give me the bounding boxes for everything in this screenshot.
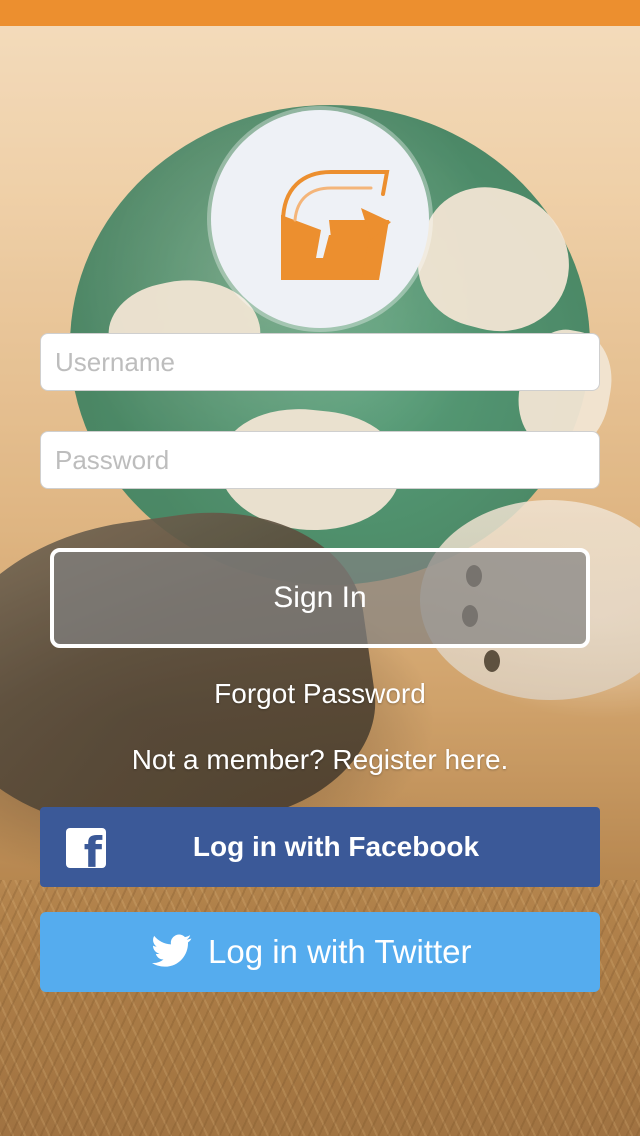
facebook-login-label: Log in with Facebook (192, 831, 480, 862)
top-accent-bar (0, 0, 640, 26)
facebook-login-button[interactable]: f Log in with Facebook (40, 807, 600, 887)
sign-in-label: Sign In (273, 581, 367, 614)
twitter-login-label: Log in with Twitter (208, 933, 472, 970)
password-input[interactable] (40, 431, 600, 489)
g-logo-icon (281, 170, 391, 280)
app-logo (211, 110, 429, 328)
twitter-icon (152, 934, 192, 967)
username-input[interactable] (40, 333, 600, 391)
register-link[interactable]: Not a member? Register here. (0, 744, 640, 776)
sign-in-button[interactable]: Sign In (50, 548, 590, 648)
forgot-password-link[interactable]: Forgot Password (0, 678, 640, 710)
twitter-login-button[interactable]: Log in with Twitter (40, 912, 600, 992)
